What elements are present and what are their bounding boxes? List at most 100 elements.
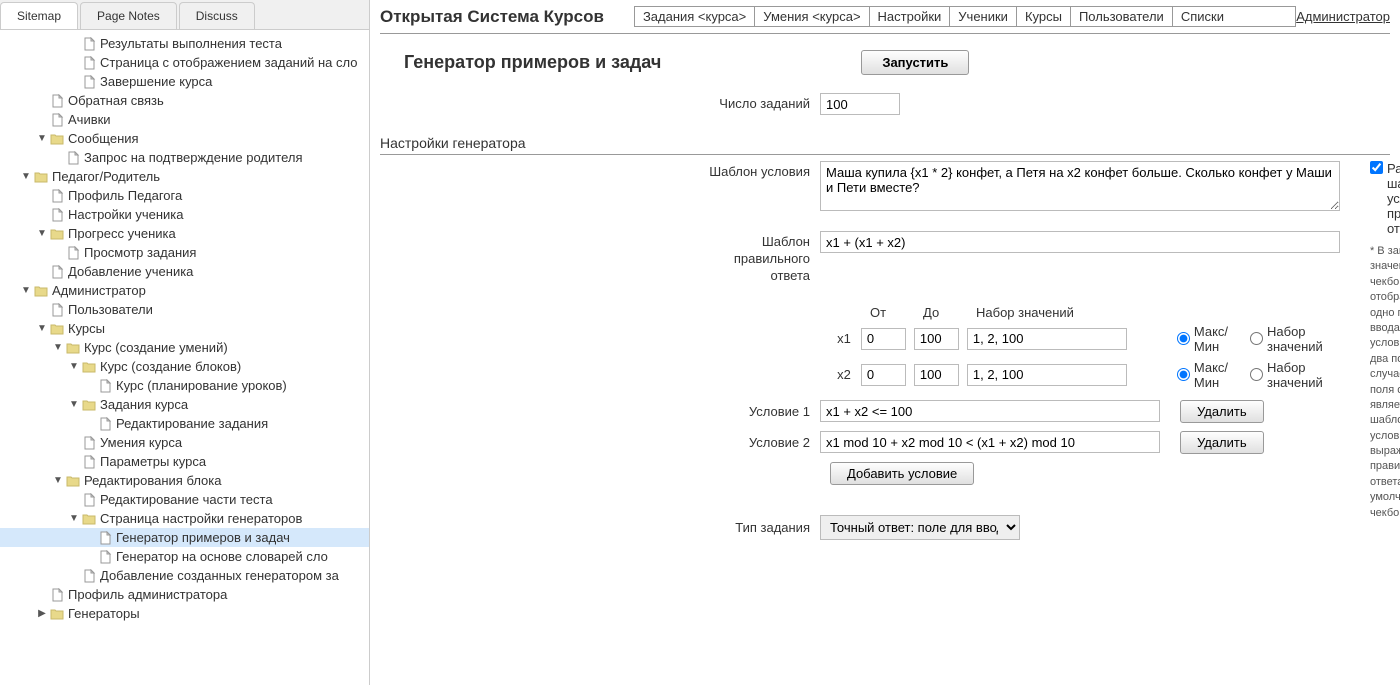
- folder-icon: [50, 607, 64, 621]
- tab-discuss[interactable]: Discuss: [179, 2, 255, 29]
- answer-input[interactable]: [820, 231, 1340, 253]
- tree-item[interactable]: ▼Страница настройки генераторов: [0, 509, 369, 528]
- top-nav-link[interactable]: Списки: [1172, 6, 1296, 27]
- cond2-delete[interactable]: Удалить: [1180, 431, 1264, 454]
- tree-toggle-icon[interactable]: ▼: [20, 285, 32, 296]
- tree-item[interactable]: ▼Педагог/Родитель: [0, 167, 369, 186]
- top-nav-link[interactable]: Настройки: [869, 6, 950, 27]
- tree-item[interactable]: Ачивки: [0, 110, 369, 129]
- page-icon: [82, 75, 96, 89]
- tree-item[interactable]: ▼Прогресс ученика: [0, 224, 369, 243]
- tree-item[interactable]: Редактирование задания: [0, 414, 369, 433]
- tree-item[interactable]: ▼Курс (создание блоков): [0, 357, 369, 376]
- tree-label: Умения курса: [100, 435, 182, 450]
- count-label: Число заданий: [700, 93, 820, 113]
- tree-item[interactable]: Профиль администратора: [0, 585, 369, 604]
- page-icon: [50, 265, 64, 279]
- tree-item[interactable]: ▼Сообщения: [0, 129, 369, 148]
- top-nav-link[interactable]: Пользователи: [1070, 6, 1172, 27]
- col-to: До: [923, 305, 976, 320]
- top-nav-link[interactable]: Курсы: [1016, 6, 1070, 27]
- tree-item[interactable]: Страница с отображением заданий на сло: [0, 53, 369, 72]
- page-icon: [50, 94, 64, 108]
- x2-to[interactable]: [914, 364, 959, 386]
- tree-toggle-icon[interactable]: ▼: [36, 323, 48, 334]
- tree-toggle-icon[interactable]: ▼: [20, 171, 32, 182]
- x1-radio-minmax[interactable]: Макс/Мин: [1177, 324, 1230, 354]
- cond2-label: Условие 2: [700, 435, 820, 450]
- tree-item[interactable]: Курс (планирование уроков): [0, 376, 369, 395]
- tree-item[interactable]: Параметры курса: [0, 452, 369, 471]
- top-nav-link[interactable]: Ученики: [949, 6, 1016, 27]
- tab-pagenotes[interactable]: Page Notes: [80, 2, 177, 29]
- x2-radio-set[interactable]: Набор значений: [1250, 360, 1330, 390]
- tree-label: Редактирования блока: [84, 473, 221, 488]
- tree-item[interactable]: Результаты выполнения теста: [0, 34, 369, 53]
- add-condition-button[interactable]: Добавить условие: [830, 462, 974, 485]
- tree-toggle-icon[interactable]: ▶: [36, 608, 48, 619]
- page-icon: [50, 208, 64, 222]
- tree-toggle-icon[interactable]: ▼: [36, 228, 48, 239]
- tree-item[interactable]: Добавление созданных генератором за: [0, 566, 369, 585]
- tree-item[interactable]: Просмотр задания: [0, 243, 369, 262]
- top-nav-link[interactable]: Умения <курса>: [754, 6, 868, 27]
- cond2-input[interactable]: [820, 431, 1160, 453]
- template-textarea[interactable]: Маша купила {x1 * 2} конфет, а Петя на x…: [820, 161, 1340, 211]
- x1-from[interactable]: [861, 328, 906, 350]
- tree-item[interactable]: Умения курса: [0, 433, 369, 452]
- main: Открытая Система Курсов Задания <курса>У…: [370, 0, 1400, 685]
- folder-icon: [82, 512, 96, 526]
- tab-sitemap[interactable]: Sitemap: [0, 2, 78, 29]
- tree-item[interactable]: Запрос на подтверждение родителя: [0, 148, 369, 167]
- tree-toggle-icon[interactable]: ▼: [68, 399, 80, 410]
- template-label: Шаблон условия: [700, 161, 820, 181]
- count-input[interactable]: [820, 93, 900, 115]
- tree-label: Пользователи: [68, 302, 153, 317]
- x1-to[interactable]: [914, 328, 959, 350]
- tree-item[interactable]: Генератор примеров и задач: [0, 528, 369, 547]
- tree-item[interactable]: Профиль Педагога: [0, 186, 369, 205]
- tree-toggle-icon[interactable]: ▼: [52, 475, 64, 486]
- answer-label: Шаблон правильного ответа: [700, 231, 820, 285]
- x2-set[interactable]: [967, 364, 1127, 386]
- tree-toggle-icon[interactable]: ▼: [68, 361, 80, 372]
- tree-item[interactable]: Обратная связь: [0, 91, 369, 110]
- cond1-delete[interactable]: Удалить: [1180, 400, 1264, 423]
- admin-link[interactable]: Администратор: [1296, 9, 1390, 24]
- hint-text: * В заивимости от значения чекбокса отоб…: [1370, 244, 1400, 521]
- page-icon: [82, 455, 96, 469]
- x2-from[interactable]: [861, 364, 906, 386]
- tree-item[interactable]: ▼Задания курса: [0, 395, 369, 414]
- folder-icon: [50, 132, 64, 146]
- x1-set[interactable]: [967, 328, 1127, 350]
- tree-label: Завершение курса: [100, 74, 212, 89]
- tree-label: Результаты выполнения теста: [100, 36, 282, 51]
- tree-label: Редактирование задания: [116, 416, 268, 431]
- tree: Результаты выполнения теста Страница с от…: [0, 30, 369, 685]
- tree-toggle-icon[interactable]: ▼: [52, 342, 64, 353]
- tree-item[interactable]: ▼Курсы: [0, 319, 369, 338]
- tree-item[interactable]: Редактирование части теста: [0, 490, 369, 509]
- top-nav-link[interactable]: Задания <курса>: [634, 6, 754, 27]
- tree-item[interactable]: Завершение курса: [0, 72, 369, 91]
- page-icon: [50, 189, 64, 203]
- tree-item[interactable]: Настройки ученика: [0, 205, 369, 224]
- tree-item[interactable]: ▼Курс (создание умений): [0, 338, 369, 357]
- tree-toggle-icon[interactable]: ▼: [36, 133, 48, 144]
- tab-bar: Sitemap Page Notes Discuss: [0, 0, 369, 30]
- top-nav: Задания <курса>Умения <курса>НастройкиУч…: [634, 6, 1296, 27]
- tree-item[interactable]: ▼ Редактирования блока: [0, 471, 369, 490]
- separate-templates-checkbox[interactable]: Раздельные шаблоны условия и правильного…: [1370, 161, 1400, 236]
- cond1-input[interactable]: [820, 400, 1160, 422]
- type-select[interactable]: Точный ответ: поле для ввода: [820, 515, 1020, 540]
- run-button[interactable]: Запустить: [861, 50, 969, 75]
- tree-item[interactable]: Пользователи: [0, 300, 369, 319]
- tree-item[interactable]: Добавление ученика: [0, 262, 369, 281]
- tree-item[interactable]: ▼Администратор: [0, 281, 369, 300]
- tree-item[interactable]: Генератор на основе словарей сло: [0, 547, 369, 566]
- x2-radio-minmax[interactable]: Макс/Мин: [1177, 360, 1230, 390]
- tree-item[interactable]: ▶Генераторы: [0, 604, 369, 623]
- x1-radio-set[interactable]: Набор значений: [1250, 324, 1330, 354]
- tree-toggle-icon[interactable]: ▼: [68, 513, 80, 524]
- type-label: Тип задания: [700, 517, 820, 537]
